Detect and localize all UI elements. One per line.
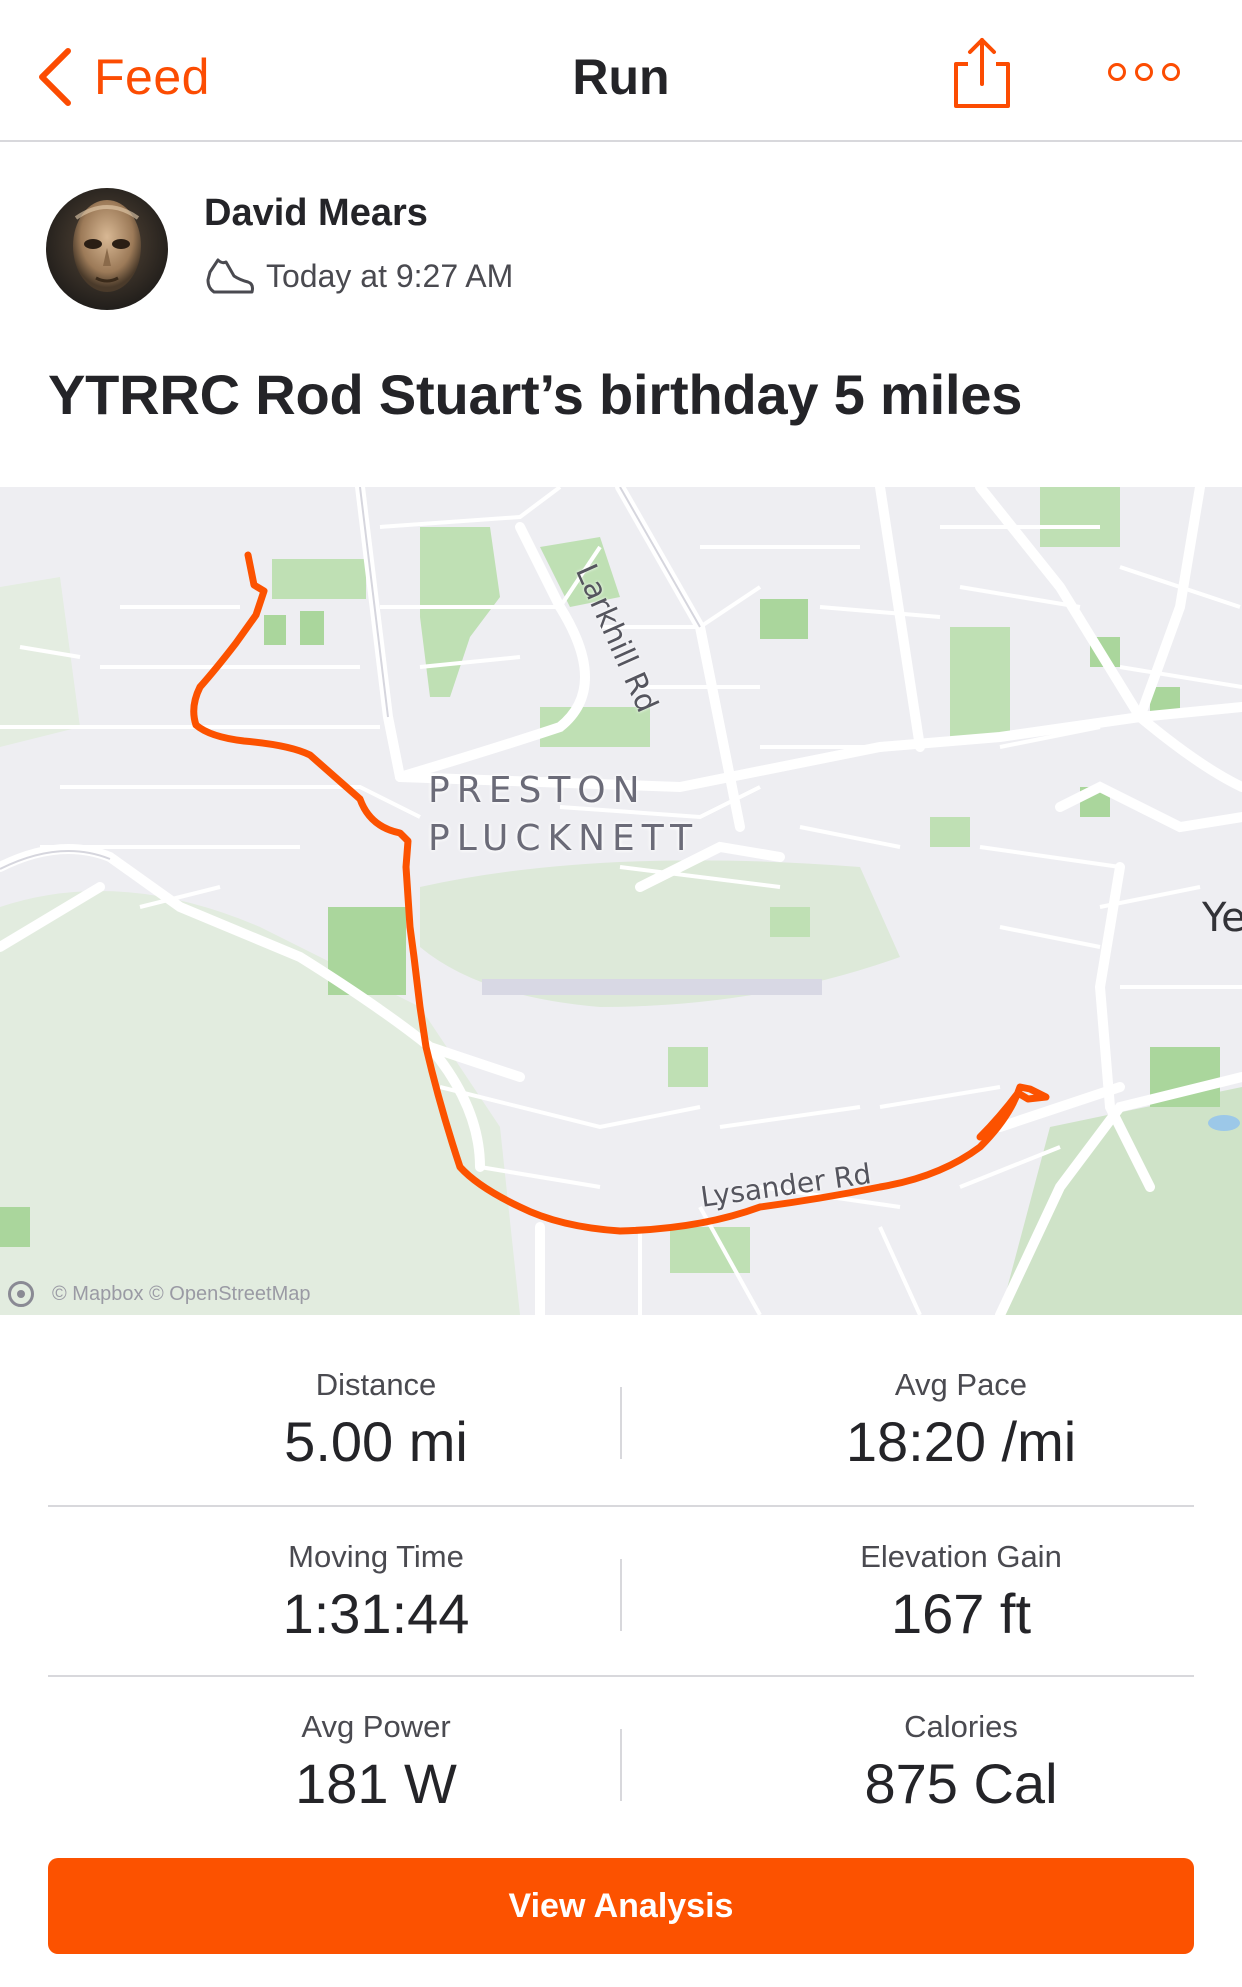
stat-row: Moving Time 1:31:44 Elevation Gain 167 f… <box>48 1507 1194 1677</box>
stat-value: 5.00 mi <box>284 1410 468 1473</box>
stat-value: 181 W <box>295 1752 457 1815</box>
map-attribution[interactable]: © Mapbox © OpenStreetMap <box>8 1281 311 1307</box>
share-button[interactable] <box>952 34 1012 110</box>
activity-stats: Distance 5.00 mi Avg Pace 18:20 /mi Movi… <box>48 1315 1194 1847</box>
stat-value: 18:20 /mi <box>845 1410 1077 1473</box>
mapbox-logo-icon <box>8 1281 34 1307</box>
route-map[interactable]: Larkhill Rd PRESTON PLUCKNETT Ye Lysande… <box>0 487 1242 1315</box>
stat-moving-time: Moving Time 1:31:44 <box>148 1507 604 1646</box>
more-options-icon <box>1108 63 1126 81</box>
stat-elevation-gain: Elevation Gain 167 ft <box>728 1507 1194 1646</box>
stat-label: Avg Power <box>301 1709 451 1744</box>
activity-timestamp: Today at 9:27 AM <box>266 257 514 294</box>
page-title: Run <box>572 49 670 105</box>
activity-title: YTRRC Rod Stuart’s birthday 5 miles <box>48 363 1023 426</box>
stat-value: 1:31:44 <box>282 1582 470 1645</box>
stat-value: 167 ft <box>890 1582 1032 1645</box>
stat-distance: Distance 5.00 mi <box>148 1315 604 1474</box>
stat-divider <box>620 1729 622 1801</box>
stat-label: Calories <box>904 1709 1018 1744</box>
more-options-button[interactable] <box>1108 58 1180 86</box>
stat-divider <box>620 1559 622 1631</box>
activity-meta: Today at 9:27 AM <box>204 254 513 298</box>
stat-row: Distance 5.00 mi Avg Pace 18:20 /mi <box>48 1315 1194 1507</box>
stat-value: 875 Cal <box>864 1752 1058 1815</box>
place-label-line1: PRESTON <box>428 770 647 811</box>
place-label-line2: PLUCKNETT <box>428 818 700 859</box>
stat-label: Elevation Gain <box>860 1539 1062 1574</box>
more-options-icon-dot <box>1162 63 1180 81</box>
more-options-icon-dot <box>1135 63 1153 81</box>
stat-calories: Calories 875 Cal <box>728 1677 1194 1816</box>
stat-avg-power: Avg Power 181 W <box>148 1677 604 1816</box>
run-shoe-icon <box>206 258 254 294</box>
share-icon <box>954 38 1010 108</box>
stat-label: Moving Time <box>288 1539 464 1574</box>
navigation-bar: Feed Run <box>0 0 1242 142</box>
avatar[interactable] <box>46 188 168 310</box>
stat-row: Avg Power 181 W Calories 875 Cal <box>48 1677 1194 1847</box>
stat-divider <box>620 1387 622 1459</box>
athlete-name[interactable]: David Mears <box>204 192 428 235</box>
place-label: PRESTON PLUCKNETT <box>428 767 699 863</box>
view-analysis-button[interactable]: View Analysis <box>48 1858 1194 1954</box>
stat-avg-pace: Avg Pace 18:20 /mi <box>728 1315 1194 1474</box>
stat-label: Avg Pace <box>894 1367 1028 1402</box>
stat-label: Distance <box>315 1367 437 1402</box>
attribution-text: © Mapbox © OpenStreetMap <box>52 1282 311 1305</box>
town-label: Ye <box>1202 895 1242 941</box>
